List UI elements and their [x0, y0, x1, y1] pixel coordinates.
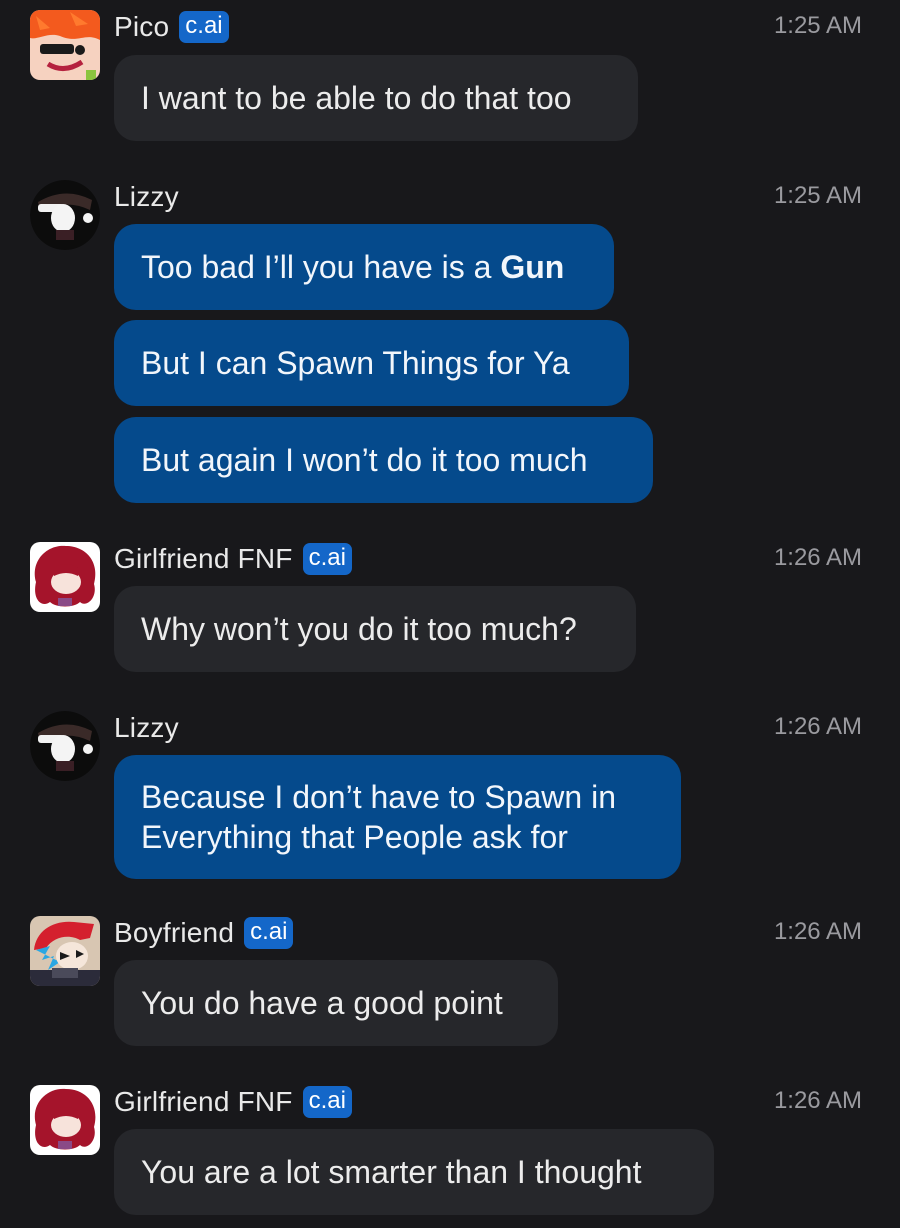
bold-text: Gun: [500, 249, 565, 285]
message-bubble[interactable]: You do have a good point: [114, 960, 558, 1046]
pico-avatar-icon[interactable]: [30, 10, 100, 80]
sender-name: Lizzy: [114, 712, 179, 743]
message-bubble[interactable]: Too bad I’ll you have is a Gun: [114, 224, 614, 310]
cai-badge: c.ai: [244, 917, 294, 949]
timestamp: 1:25 AM: [773, 182, 862, 209]
cai-badge: c.ai: [302, 543, 352, 575]
sender-name: Lizzy: [114, 181, 179, 212]
message-text: But I can Spawn Things for Ya: [141, 345, 570, 381]
timestamp: 1:26 AM: [773, 713, 862, 740]
message-text: Why won’t you do it too much?: [141, 611, 577, 647]
timestamp: 1:25 AM: [773, 12, 862, 39]
message-text: But again I won’t do it too much: [141, 442, 588, 478]
message-text: I want to be able to do that too: [141, 80, 572, 116]
timestamp: 1:26 AM: [773, 1087, 862, 1114]
timestamp: 1:26 AM: [773, 918, 862, 945]
cai-badge: c.ai: [302, 1086, 352, 1118]
sender-name: Pico: [114, 11, 170, 42]
girlfriend-avatar-icon[interactable]: [30, 542, 100, 612]
sender-name: Boyfriend: [114, 917, 235, 948]
message-text: You do have a good point: [141, 985, 503, 1021]
message-bubble[interactable]: Because I don’t have to Spawn in Everyth…: [114, 755, 681, 879]
message-text: Because I don’t have to Spawn in Everyth…: [141, 779, 616, 855]
timestamp: 1:26 AM: [773, 544, 862, 571]
message-text: You are a lot smarter than I thought: [141, 1154, 642, 1190]
cai-badge: c.ai: [179, 11, 229, 43]
message-bubble[interactable]: But I can Spawn Things for Ya: [114, 320, 629, 406]
sender-name: Girlfriend FNF: [114, 1086, 293, 1117]
message-text: Too bad I’ll you have is a Gun: [141, 249, 565, 285]
lizzy-avatar-icon[interactable]: [30, 711, 100, 781]
sender-name: Girlfriend FNF: [114, 543, 293, 574]
message-bubble[interactable]: I want to be able to do that too: [114, 55, 638, 141]
message-bubble[interactable]: But again I won’t do it too much: [114, 417, 653, 503]
message-bubble[interactable]: You are a lot smarter than I thought: [114, 1129, 714, 1215]
girlfriend-avatar-icon[interactable]: [30, 1085, 100, 1155]
lizzy-avatar-icon[interactable]: [30, 180, 100, 250]
boyfriend-avatar-icon[interactable]: [30, 916, 100, 986]
message-bubble[interactable]: Why won’t you do it too much?: [114, 586, 636, 672]
